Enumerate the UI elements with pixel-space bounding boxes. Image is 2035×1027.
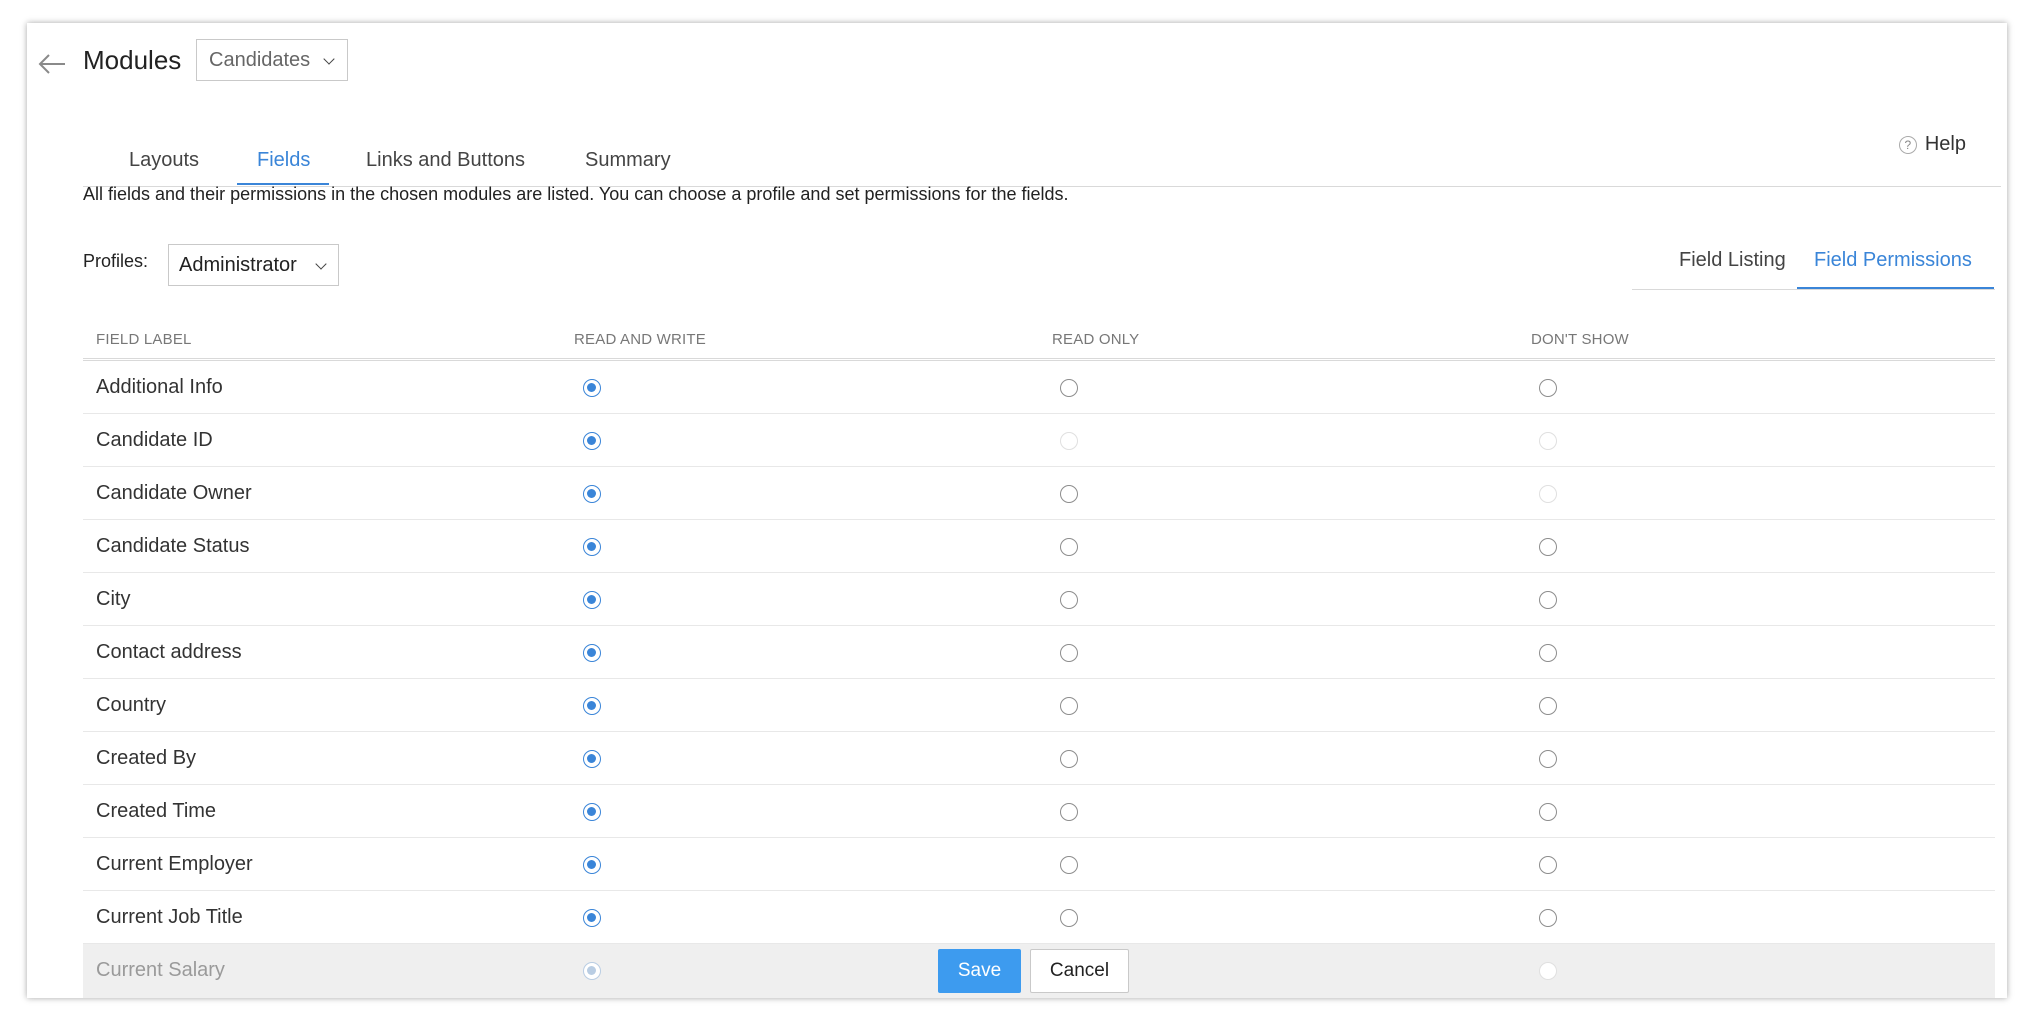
chevron-down-icon bbox=[323, 53, 335, 65]
read-write-radio[interactable] bbox=[583, 856, 601, 874]
field-label: Created By bbox=[96, 747, 197, 769]
field-label: Contact address bbox=[96, 641, 242, 663]
tab-summary[interactable]: Summary bbox=[585, 149, 671, 172]
read-only-radio[interactable] bbox=[1060, 909, 1078, 927]
dont-show-radio[interactable] bbox=[1539, 856, 1557, 874]
field-label: Additional Info bbox=[96, 376, 223, 398]
dont-show-radio[interactable] bbox=[1539, 803, 1557, 821]
table-header: FIELD LABEL READ AND WRITE READ ONLY DON… bbox=[83, 313, 1995, 361]
dont-show-radio[interactable] bbox=[1539, 750, 1557, 768]
read-write-radio[interactable] bbox=[583, 379, 601, 397]
read-only-radio[interactable] bbox=[1060, 750, 1078, 768]
tab-fields[interactable]: Fields bbox=[257, 149, 310, 172]
column-header-field-label: FIELD LABEL bbox=[96, 331, 192, 348]
table-row: City bbox=[83, 573, 1995, 626]
dont-show-radio bbox=[1539, 432, 1557, 450]
tab-field-permissions[interactable]: Field Permissions bbox=[1814, 249, 1972, 272]
read-only-radio[interactable] bbox=[1060, 856, 1078, 874]
cancel-button[interactable]: Cancel bbox=[1030, 949, 1129, 993]
app-window: Modules Candidates Layouts Fields Links … bbox=[27, 23, 2007, 998]
module-select[interactable]: Candidates bbox=[196, 39, 348, 81]
table-row: Candidate ID bbox=[83, 414, 1995, 467]
column-header-read-and-write: READ AND WRITE bbox=[574, 331, 706, 348]
read-write-radio[interactable] bbox=[583, 538, 601, 556]
table-row: Candidate Owner bbox=[83, 467, 1995, 520]
field-label: Current Employer bbox=[96, 853, 253, 875]
read-write-radio[interactable] bbox=[583, 803, 601, 821]
table-row: Created Time bbox=[83, 785, 1995, 838]
read-only-radio[interactable] bbox=[1060, 379, 1078, 397]
back-arrow-icon[interactable] bbox=[37, 49, 67, 79]
column-header-dont-show: DON'T SHOW bbox=[1531, 331, 1629, 348]
dont-show-radio[interactable] bbox=[1539, 379, 1557, 397]
dont-show-radio bbox=[1539, 962, 1557, 980]
field-label: Candidate Owner bbox=[96, 482, 252, 504]
read-only-radio[interactable] bbox=[1060, 697, 1078, 715]
module-select-value: Candidates bbox=[209, 48, 311, 71]
field-permissions-table: FIELD LABEL READ AND WRITE READ ONLY DON… bbox=[83, 313, 1995, 998]
field-label: Created Time bbox=[96, 800, 217, 822]
profile-select-value: Administrator bbox=[179, 253, 297, 276]
page-description: All fields and their permissions in the … bbox=[83, 184, 1069, 204]
dont-show-radio[interactable] bbox=[1539, 591, 1557, 609]
field-label: Candidate ID bbox=[96, 429, 213, 451]
help-link[interactable]: ? Help bbox=[1898, 133, 1966, 156]
field-label: Current Salary bbox=[96, 959, 225, 981]
read-write-radio bbox=[583, 962, 601, 980]
save-button[interactable]: Save bbox=[938, 949, 1021, 993]
table-row: Created By bbox=[83, 732, 1995, 785]
table-row: Country bbox=[83, 679, 1995, 732]
dont-show-radio[interactable] bbox=[1539, 538, 1557, 556]
table-row: Current Employer bbox=[83, 838, 1995, 891]
profiles-label: Profiles: bbox=[83, 251, 149, 271]
table-row: Candidate Status bbox=[83, 520, 1995, 573]
read-only-radio bbox=[1060, 432, 1078, 450]
read-only-radio[interactable] bbox=[1060, 644, 1078, 662]
chevron-down-icon bbox=[315, 258, 327, 270]
help-label: Help bbox=[1924, 133, 1966, 155]
read-only-radio[interactable] bbox=[1060, 803, 1078, 821]
read-write-radio[interactable] bbox=[583, 644, 601, 662]
field-label: City bbox=[96, 588, 131, 610]
dont-show-radio bbox=[1539, 485, 1557, 503]
dont-show-radio[interactable] bbox=[1539, 697, 1557, 715]
question-circle-icon: ? bbox=[1898, 135, 1917, 154]
field-label: Candidate Status bbox=[96, 535, 250, 557]
profile-select[interactable]: Administrator bbox=[168, 244, 339, 286]
view-toggle: Field Listing Field Permissions bbox=[1632, 245, 1995, 290]
table-body: Additional Info Candidate ID Candidate Own… bbox=[83, 361, 1995, 998]
field-label: Country bbox=[96, 694, 167, 716]
active-view-indicator bbox=[1797, 287, 1994, 289]
table-row: Current Job Title bbox=[83, 891, 1995, 944]
tab-field-listing[interactable]: Field Listing bbox=[1679, 249, 1786, 272]
read-write-radio[interactable] bbox=[583, 697, 601, 715]
read-only-radio[interactable] bbox=[1060, 485, 1078, 503]
table-row: Contact address bbox=[83, 626, 1995, 679]
tab-links-and-buttons[interactable]: Links and Buttons bbox=[366, 149, 525, 172]
dont-show-radio[interactable] bbox=[1539, 909, 1557, 927]
read-write-radio[interactable] bbox=[583, 485, 601, 503]
tab-layouts[interactable]: Layouts bbox=[129, 149, 199, 172]
module-tabs: Layouts Fields Links and Buttons Summary bbox=[83, 119, 2001, 187]
read-write-radio[interactable] bbox=[583, 909, 601, 927]
read-write-radio[interactable] bbox=[583, 591, 601, 609]
dont-show-radio[interactable] bbox=[1539, 644, 1557, 662]
read-write-radio[interactable] bbox=[583, 750, 601, 768]
read-only-radio[interactable] bbox=[1060, 538, 1078, 556]
read-only-radio[interactable] bbox=[1060, 591, 1078, 609]
column-header-read-only: READ ONLY bbox=[1052, 331, 1140, 348]
table-row: Additional Info bbox=[83, 361, 1995, 414]
read-write-radio[interactable] bbox=[583, 432, 601, 450]
field-label: Current Job Title bbox=[96, 906, 243, 928]
page-title: Modules bbox=[83, 45, 182, 75]
